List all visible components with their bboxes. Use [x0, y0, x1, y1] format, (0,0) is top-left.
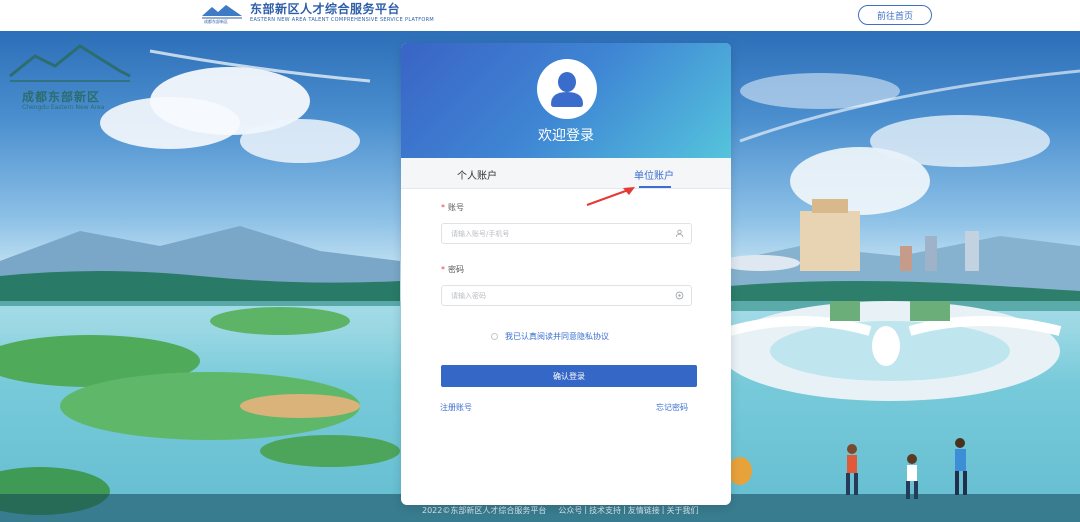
divider: | — [623, 505, 626, 514]
account-tabs: 个人账户 单位账户 — [401, 158, 731, 189]
login-card: 欢迎登录 个人账户 单位账户 * 账号 请输入账号/手机号 * 密码 请输入密码 我… — [401, 43, 731, 505]
divider: | — [584, 505, 588, 514]
footer-link-friends[interactable]: 友情链接 — [628, 505, 660, 516]
site-title: 东部新区人才综合服务平台 — [250, 2, 401, 16]
home-button[interactable]: 前往首页 — [858, 5, 932, 25]
city-logo-name: 成都东部新区 — [22, 90, 101, 104]
eye-icon[interactable] — [675, 291, 684, 300]
logo-small-text: 成都东部新区 — [204, 18, 228, 24]
privacy-agreement[interactable]: 我已认真阅读并同意隐私协议 — [491, 331, 609, 342]
active-tab-indicator — [639, 186, 671, 188]
account-placeholder: 请输入账号/手机号 — [451, 230, 510, 238]
copyright: 2022©东部新区人才综合服务平台 — [422, 506, 547, 515]
site-subtitle: EASTERN NEW AREA TALENT COMPREHENSIVE SE… — [250, 17, 435, 23]
register-link[interactable]: 注册账号 — [440, 402, 472, 413]
top-header: 成都东部新区 东部新区人才综合服务平台 EASTERN NEW AREA TAL… — [0, 0, 1080, 31]
password-label: * 密码 — [441, 264, 464, 275]
city-logo-subtitle: Chengdu Eastern New Area — [22, 104, 105, 111]
account-label-text: 账号 — [448, 203, 464, 212]
brand: 成都东部新区 东部新区人才综合服务平台 EASTERN NEW AREA TAL… — [200, 2, 434, 24]
forgot-password-link[interactable]: 忘记密码 — [656, 402, 688, 413]
password-placeholder: 请输入密码 — [451, 292, 486, 300]
confirm-login-button[interactable]: 确认登录 — [441, 365, 697, 387]
avatar — [537, 59, 597, 119]
required-mark: * — [441, 203, 445, 212]
divider: | — [661, 505, 665, 514]
footer-link-about[interactable]: 关于我们 — [666, 505, 698, 516]
password-field[interactable]: 请输入密码 — [441, 285, 692, 306]
required-mark: * — [441, 265, 445, 274]
user-avatar-icon — [551, 72, 583, 107]
footer-link-wechat[interactable]: 公众号 — [558, 505, 582, 516]
annotation-arrow-icon — [586, 187, 635, 206]
login-header: 欢迎登录 — [401, 43, 731, 158]
login-title: 欢迎登录 — [538, 128, 594, 144]
agreement-text[interactable]: 我已认真阅读并同意隐私协议 — [505, 331, 609, 342]
footer-link-support[interactable]: 技术支持 — [589, 505, 621, 516]
mountain-logo-icon: 成都东部新区 — [202, 5, 242, 24]
account-label: * 账号 — [441, 202, 464, 213]
brand-text: 东部新区人才综合服务平台 EASTERN NEW AREA TALENT COM… — [250, 2, 434, 24]
password-label-text: 密码 — [448, 265, 464, 274]
tab-personal-account[interactable]: 个人账户 — [457, 167, 497, 182]
account-field[interactable]: 请输入账号/手机号 — [441, 223, 692, 244]
footer-links: 2022©东部新区人才综合服务平台 公众号 | 技术支持 | 友情链接 | 关于… — [422, 505, 698, 516]
agreement-checkbox[interactable] — [491, 333, 498, 340]
tab-unit-account[interactable]: 单位账户 — [634, 167, 674, 182]
user-icon — [675, 229, 684, 238]
